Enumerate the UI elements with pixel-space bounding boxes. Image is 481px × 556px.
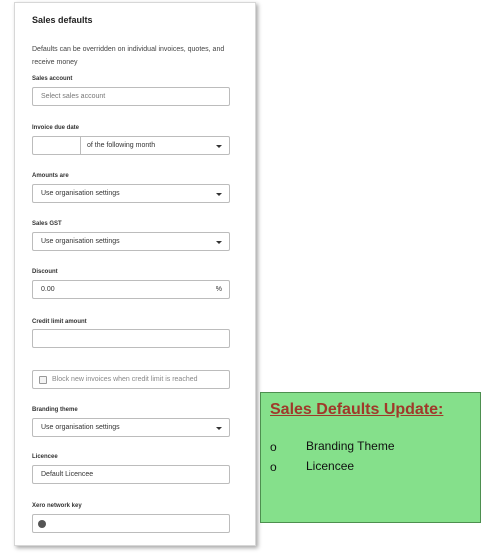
- amounts-are-label: Amounts are: [32, 173, 69, 179]
- bullet-icon: o: [270, 440, 277, 454]
- note-title: Sales Defaults Update:: [270, 401, 444, 418]
- invoice-due-date-group: of the following month: [32, 136, 230, 155]
- branding-theme-value: Use organisation settings: [41, 424, 120, 431]
- invoice-due-date-label: Invoice due date: [32, 125, 80, 131]
- chevron-down-icon: [216, 427, 222, 430]
- bullet-icon: o: [270, 460, 277, 474]
- xero-network-key-input[interactable]: [32, 514, 230, 533]
- amounts-are-value: Use organisation settings: [41, 190, 120, 197]
- sales-account-placeholder: Select sales account: [41, 93, 106, 100]
- due-date-option-select[interactable]: of the following month: [81, 136, 230, 155]
- chevron-down-icon: [216, 145, 222, 148]
- chevron-down-icon: [216, 241, 222, 244]
- panel-description: Defaults can be overridden on individual…: [32, 46, 225, 66]
- due-date-option-value: of the following month: [87, 142, 156, 149]
- sales-account-label: Sales account: [32, 76, 73, 82]
- licencee-input[interactable]: Default Licencee: [32, 465, 230, 484]
- note-item-licencee: Licencee: [306, 459, 355, 473]
- block-invoices-label: Block new invoices when credit limit is …: [52, 376, 198, 383]
- branding-theme-select[interactable]: Use organisation settings: [32, 418, 230, 437]
- amounts-are-select[interactable]: Use organisation settings: [32, 184, 230, 203]
- block-invoices-checkbox[interactable]: [39, 376, 47, 384]
- sales-gst-select[interactable]: Use organisation settings: [32, 232, 230, 251]
- credit-limit-label: Credit limit amount: [32, 319, 87, 325]
- xero-network-key-label: Xero network key: [32, 503, 82, 509]
- xero-logo-icon: [38, 520, 46, 528]
- credit-limit-input[interactable]: [32, 329, 230, 348]
- licencee-label: Licencee: [32, 454, 58, 460]
- discount-label: Discount: [32, 269, 58, 275]
- discount-input[interactable]: 0.00 %: [32, 280, 230, 299]
- update-note-box: Sales Defaults Update: o Branding Theme …: [260, 392, 481, 523]
- note-item-branding-theme: Branding Theme: [306, 439, 395, 453]
- discount-value: 0.00: [41, 286, 55, 293]
- sales-defaults-panel: Sales defaults Defaults can be overridde…: [14, 2, 256, 546]
- panel-title: Sales defaults: [32, 15, 93, 25]
- block-invoices-checkbox-row[interactable]: Block new invoices when credit limit is …: [32, 370, 230, 389]
- chevron-down-icon: [216, 193, 222, 196]
- sales-gst-value: Use organisation settings: [41, 238, 120, 245]
- percent-unit: %: [215, 286, 222, 293]
- licencee-value: Default Licencee: [41, 471, 94, 478]
- branding-theme-label: Branding theme: [32, 407, 78, 413]
- sales-account-input[interactable]: Select sales account: [32, 87, 230, 106]
- sales-gst-label: Sales GST: [32, 221, 62, 227]
- due-day-input[interactable]: [32, 136, 81, 155]
